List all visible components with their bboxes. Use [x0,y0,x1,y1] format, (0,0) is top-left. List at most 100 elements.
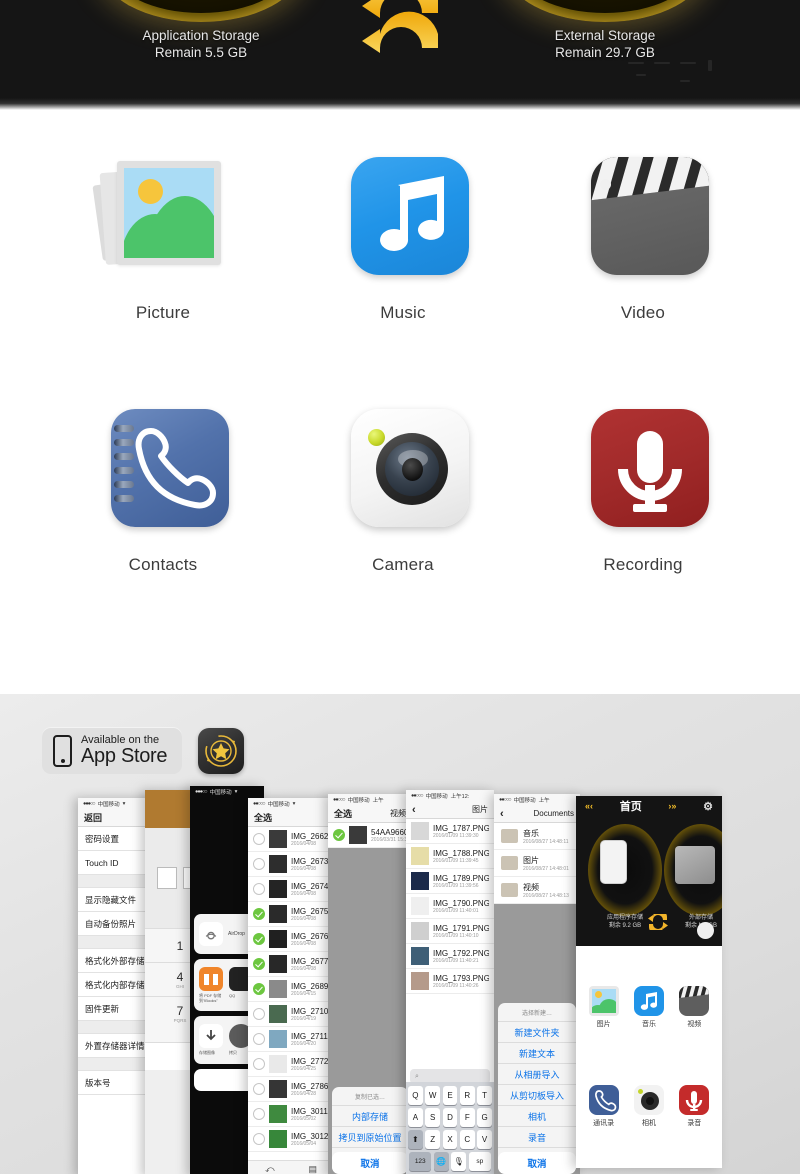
sheet-item[interactable]: 从相册导入 [498,1064,576,1085]
file-row[interactable]: IMG_1789.PNG 2016/01/09 11:39:56 [406,869,494,894]
key-q[interactable]: Q [408,1086,423,1105]
screenshot-copy-dialog-screen[interactable]: ●●○○○ 中国移动 上午 全选 视频 54AA96608 2016/03/31… [328,794,412,1174]
key-a[interactable]: A [408,1108,423,1127]
file-row[interactable]: IMG_1788.PNG 2016/01/09 11:39:45 [406,844,494,869]
key-w[interactable]: W [425,1086,441,1105]
app-tile-contacts[interactable]: Contacts [63,407,263,575]
key-s[interactable]: S [425,1108,441,1127]
select-checkbox[interactable] [253,1108,265,1120]
screenshot-home-screen-cn[interactable]: «‹ 首页 ›» ⚙ 应用程序存储 剩余 9.2 GB 外部存储 剩余 NA G… [576,796,722,1168]
app-tile-recording[interactable]: Recording [543,407,743,575]
sheet-item[interactable]: 新建文件夹 [498,1022,576,1043]
sheet-item[interactable]: 拷贝到原始位置 [332,1127,408,1148]
app-tile-camera[interactable]: Camera [303,407,503,575]
file-row[interactable]: IMG_2674 2016/04/08 [248,877,334,902]
file-row[interactable]: IMG_3012 2016/05/04 [248,1127,334,1152]
file-row[interactable]: IMG_2711 2016/04/20 [248,1027,334,1052]
key-v[interactable]: V [477,1130,492,1149]
sheet-item[interactable]: 内部存储 [332,1106,408,1127]
new-item-action-sheet[interactable]: 选择新建… 新建文件夹 新建文本 从相册导入 从剪切板导入 相机 录音 取消 [498,1003,576,1174]
screenshot-documents-screen[interactable]: ●●○○○ 中国移动 上午 ‹ Documents 音乐 2016/08/27 1… [494,794,580,1174]
key-r[interactable]: R [459,1086,475,1105]
select-checkbox[interactable] [253,1133,265,1145]
back-chevron-icon[interactable]: ‹ [500,808,504,820]
select-checkbox[interactable] [253,933,265,945]
nav-select-all[interactable]: 全选 [248,809,334,827]
file-row[interactable]: IMG_1792.PNG 2016/01/09 11:40:21 [406,944,494,969]
share-icon[interactable]: ⤺ [265,1164,275,1174]
sync-arrows-icon[interactable] [352,0,448,60]
space-key[interactable]: sp [468,1152,491,1171]
sheet-cancel-button[interactable]: 取消 [332,1152,408,1174]
key-x[interactable]: X [442,1130,458,1149]
key-e[interactable]: E [442,1086,458,1105]
cn-app-tile-camera[interactable]: 相机 [626,1057,671,1156]
select-checkbox[interactable] [253,1008,265,1020]
on-screen-keyboard[interactable]: Q W E R T A S D F G ⬆ Z X C V 123 🌐 🎙 sp [406,1082,494,1174]
cn-app-tile-contacts[interactable]: 通讯录 [581,1057,626,1156]
photo-file-list[interactable]: IMG_2662 2016/04/08 IMG_2673 2016/04/08 IM… [248,827,334,1160]
file-row[interactable]: IMG_2786 2016/04/28 [248,1077,334,1102]
file-row[interactable]: IMG_2772 2016/04/25 [248,1052,334,1077]
folder-row[interactable]: 音乐 2016/08/27 14:48:11 [494,823,580,850]
file-row[interactable]: IMG_1791.PNG 2016/01/09 11:40:10 [406,919,494,944]
file-row[interactable]: IMG_1787.PNG 2016/01/09 11:39:30 [406,819,494,844]
select-checkbox[interactable] [253,908,265,920]
file-row[interactable]: IMG_2662 2016/04/08 [248,827,334,852]
picture-file-list[interactable]: IMG_1787.PNG 2016/01/09 11:39:30 IMG_1788… [406,819,494,1066]
next-arrows-icon[interactable]: ›» [668,801,676,811]
globe-key-icon[interactable]: 🌐 [433,1152,449,1171]
file-row[interactable]: IMG_2689 2016/04/15 [248,977,334,1002]
select-checkbox[interactable] [253,833,265,845]
file-row[interactable]: IMG_2677 2016/04/08 [248,952,334,977]
key-g[interactable]: G [477,1108,492,1127]
list-icon[interactable]: ▤ [309,1164,318,1174]
nav-bar[interactable]: ‹ Documents [494,805,580,823]
select-checkbox[interactable] [253,858,265,870]
app-store-badge[interactable]: Available on the App Store [42,727,183,774]
key-f[interactable]: F [459,1108,475,1127]
app-tile-video[interactable]: Video [543,155,743,323]
key-d[interactable]: D [442,1108,458,1127]
file-row[interactable]: IMG_2676 2016/04/08 [248,927,334,952]
select-checkbox[interactable] [253,1033,265,1045]
nav-bar[interactable]: 全选 视频 [328,805,412,823]
sheet-item[interactable]: 从剪切板导入 [498,1085,576,1106]
file-row[interactable]: IMG_2710 2016/04/19 [248,1002,334,1027]
gear-icon[interactable]: ⚙ [703,800,713,813]
key-c[interactable]: C [459,1130,475,1149]
file-row[interactable]: 54AA96608 2016/03/31 15:38 [328,823,412,848]
file-row[interactable]: IMG_1790.PNG 2016/01/09 11:40:01 [406,894,494,919]
cn-app-tile-picture[interactable]: 图片 [581,958,626,1057]
gold-star-sync-app-icon[interactable] [198,727,245,774]
select-checkbox[interactable] [253,1083,265,1095]
file-row[interactable]: IMG_2673 2016/04/08 [248,852,334,877]
select-checkbox[interactable] [253,1058,265,1070]
dictation-key-icon[interactable]: 🎙 [451,1152,467,1171]
select-checkbox[interactable] [253,983,265,995]
key-t[interactable]: T [477,1086,492,1105]
sheet-item[interactable]: 相机 [498,1106,576,1127]
back-chevron-icon[interactable]: ‹ [412,804,416,816]
file-row[interactable]: IMG_2675 2016/04/08 [248,902,334,927]
cn-app-tile-video[interactable]: 视频 [672,958,717,1057]
numeric-key[interactable]: 123 [409,1152,432,1171]
file-row[interactable]: IMG_1793.PNG 2016/01/09 11:40:26 [406,969,494,994]
select-checkbox[interactable] [333,829,345,841]
folder-row[interactable]: 图片 2016/08/27 14:48:01 [494,850,580,877]
cn-topbar[interactable]: «‹ 首页 ›» ⚙ [576,796,722,816]
select-checkbox[interactable] [253,883,265,895]
cn-app-tile-music[interactable]: 音乐 [626,958,671,1057]
screenshot-picture-list-screen[interactable]: ●●○○○ 中国移动 上午12: ‹ 图片 IMG_1787.PNG 2016/0… [406,790,494,1174]
sheet-item[interactable]: 录音 [498,1127,576,1148]
prev-arrows-icon[interactable]: «‹ [585,801,593,811]
nav-bar[interactable]: ‹ 图片 [406,801,494,819]
app-tile-music[interactable]: Music [303,155,503,323]
file-row[interactable]: IMG_3011 2016/05/02 [248,1102,334,1127]
nav-select-all[interactable]: 全选 [334,807,352,820]
shift-key[interactable]: ⬆ [408,1130,423,1149]
screenshot-photo-select-screen[interactable]: ●●○○○ 中国移动 ▾ 全选 IMG_2662 2016/04/08 IMG_2… [248,798,334,1174]
cn-home-button[interactable] [697,922,714,939]
cn-app-tile-recording[interactable]: 录音 [672,1057,717,1156]
key-z[interactable]: Z [425,1130,441,1149]
